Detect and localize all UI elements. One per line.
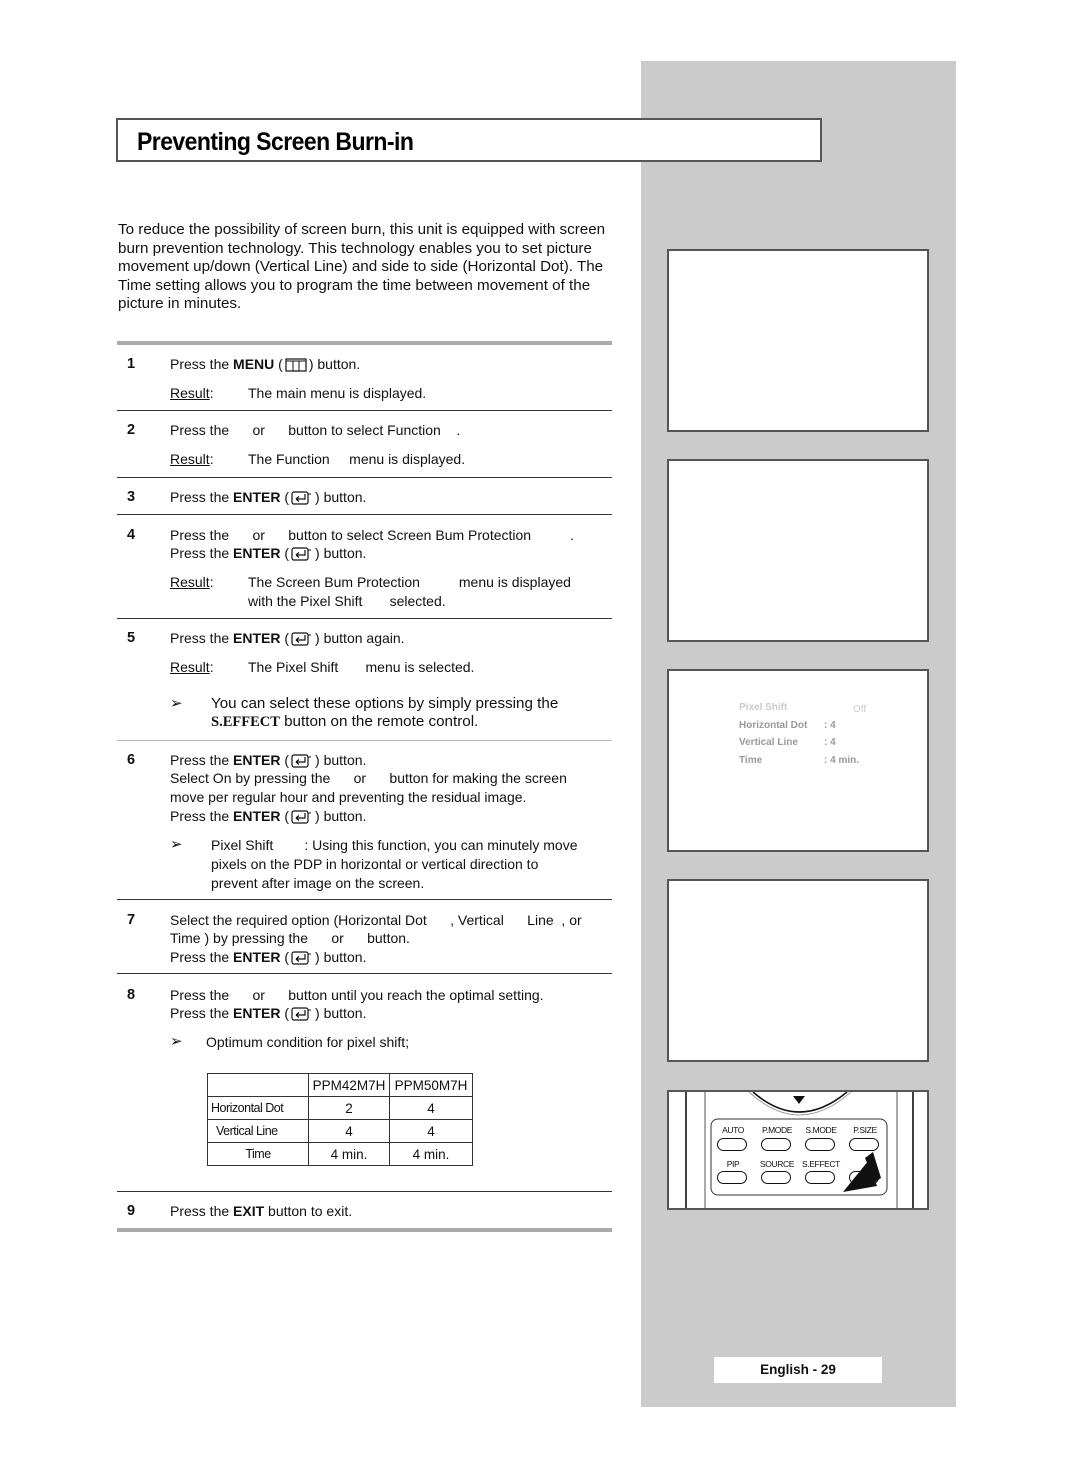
- osd-time-value: : 4 min.: [824, 754, 860, 766]
- table-row: Vertical Line 4 4: [207, 1119, 473, 1143]
- table-header: PPM50M7H: [389, 1073, 473, 1097]
- arrow-icon: ➢: [170, 836, 183, 853]
- step-instruction: Press the or button to select Screen Bum…: [170, 527, 574, 543]
- intro-paragraph: To reduce the possibility of screen burn…: [118, 221, 606, 313]
- divider: [117, 477, 612, 478]
- step-number: 4: [127, 527, 136, 543]
- page-title: Preventing Screen Burn-in: [137, 128, 414, 156]
- osd-vertical-line-value: : 4: [824, 737, 836, 748]
- step-result: with the Pixel Shift selected.: [248, 593, 446, 609]
- step-number: 8: [127, 987, 136, 1003]
- remote-button: [805, 1171, 835, 1184]
- enter-icon: [291, 632, 312, 646]
- step-number: 6: [127, 752, 136, 768]
- remote-button: [717, 1138, 747, 1151]
- step-instruction: move per regular hour and preventing the…: [170, 789, 527, 805]
- step-instruction: Select the required option (Horizontal D…: [170, 912, 582, 928]
- remote-control-illustration: AUTO P.MODE S.MODE P.SIZE PIP SOURCE S.EFFECT: [667, 1090, 929, 1210]
- remote-button-label: PIP: [726, 1159, 740, 1169]
- step-instruction: Press the ENTER () button.: [170, 545, 367, 561]
- step-instruction: Press the or button until you reach the …: [170, 987, 544, 1003]
- osd-vertical-line: Vertical Line: [739, 737, 798, 748]
- step-number: 1: [127, 356, 136, 372]
- divider: [117, 618, 612, 619]
- pixel-shift-table: PPM42M7H PPM50M7H Horizontal Dot 2 4 Ver…: [207, 1073, 473, 1166]
- title-box: Preventing Screen Burn-in: [116, 118, 822, 162]
- step-number: 3: [127, 489, 136, 505]
- step-instruction: Press the ENTER () button.: [170, 808, 367, 824]
- enter-icon: [291, 547, 312, 561]
- divider: [117, 1191, 612, 1192]
- step-instruction: Press the ENTER () button again.: [170, 630, 405, 646]
- step-result: Result: The main menu is displayed.: [170, 385, 427, 401]
- step-number: 2: [127, 422, 136, 438]
- divider: [117, 410, 612, 411]
- remote-button-label: AUTO: [722, 1125, 744, 1135]
- page-number: English - 29: [714, 1357, 882, 1383]
- step-number: 5: [127, 630, 136, 646]
- enter-icon: [291, 810, 312, 824]
- screen-illustration-1: [667, 249, 929, 432]
- divider-bottom: [117, 1228, 612, 1232]
- remote-button: [717, 1171, 747, 1184]
- enter-icon: [291, 754, 312, 768]
- table-row: Time 4 min. 4 min.: [207, 1142, 473, 1166]
- step-instruction: Select On by pressing the or button for …: [170, 770, 567, 786]
- divider: [117, 973, 612, 974]
- remote-button-label: S.EFFECT: [802, 1159, 840, 1169]
- arrow-icon: ➢: [170, 695, 183, 712]
- divider: [117, 899, 612, 900]
- screen-illustration-2: [667, 459, 929, 642]
- remote-button-label: S.MODE: [805, 1125, 837, 1135]
- pointer-arrow-icon: [843, 1152, 881, 1192]
- down-arrow-icon: [793, 1096, 805, 1104]
- step-result: Result: The Function menu is displayed.: [170, 451, 466, 467]
- enter-icon: [291, 1007, 312, 1021]
- divider: [117, 514, 612, 515]
- remote-button: [805, 1138, 835, 1151]
- enter-icon: [291, 951, 312, 965]
- osd-horizontal-dot: Horizontal Dot: [739, 719, 808, 731]
- menu-icon: [285, 358, 307, 372]
- step-instruction: Press the or button to select Function .: [170, 422, 461, 438]
- step-number: 7: [127, 912, 136, 928]
- step-result: Result: The Screen Bum Protection menu is…: [170, 574, 571, 590]
- step-instruction: Press the MENU () button.: [170, 356, 361, 372]
- step-number: 9: [127, 1203, 136, 1219]
- table-header-row: PPM42M7H PPM50M7H: [207, 1073, 473, 1097]
- step-instruction: Press the ENTER () button.: [170, 489, 367, 505]
- step-instruction: Press the ENTER () button.: [170, 752, 367, 768]
- remote-button: [761, 1138, 791, 1151]
- osd-time: Time: [739, 754, 763, 766]
- divider: [117, 740, 612, 741]
- step-instruction: Press the EXIT button to exit.: [170, 1203, 353, 1219]
- table-header: PPM42M7H: [308, 1073, 390, 1097]
- step-instruction: Press the ENTER () button.: [170, 1005, 367, 1021]
- step-instruction: Time ) by pressing the or button.: [170, 930, 410, 946]
- step-result: Result: The Pixel Shift menu is selected.: [170, 659, 475, 675]
- divider-top: [117, 341, 612, 345]
- osd-menu: Pixel Shift Off Horizontal Dot: 4 Vertica…: [739, 699, 879, 769]
- osd-horizontal-dot-value: : 4: [824, 719, 836, 731]
- remote-button-label: P.MODE: [761, 1125, 793, 1135]
- table-row: Horizontal Dot 2 4: [207, 1096, 473, 1120]
- remote-button-label: P.SIZE: [853, 1125, 877, 1135]
- arrow-icon: ➢: [170, 1033, 183, 1050]
- remote-button: [761, 1171, 791, 1184]
- osd-pixel-shift: Pixel Shift: [739, 702, 788, 713]
- screen-illustration-osd: Pixel Shift Off Horizontal Dot: 4 Vertica…: [667, 669, 929, 852]
- remote-button-label: SOURCE: [760, 1159, 794, 1169]
- step-instruction: Press the ENTER () button.: [170, 949, 367, 965]
- screen-illustration-4: [667, 879, 929, 1062]
- enter-icon: [291, 491, 312, 505]
